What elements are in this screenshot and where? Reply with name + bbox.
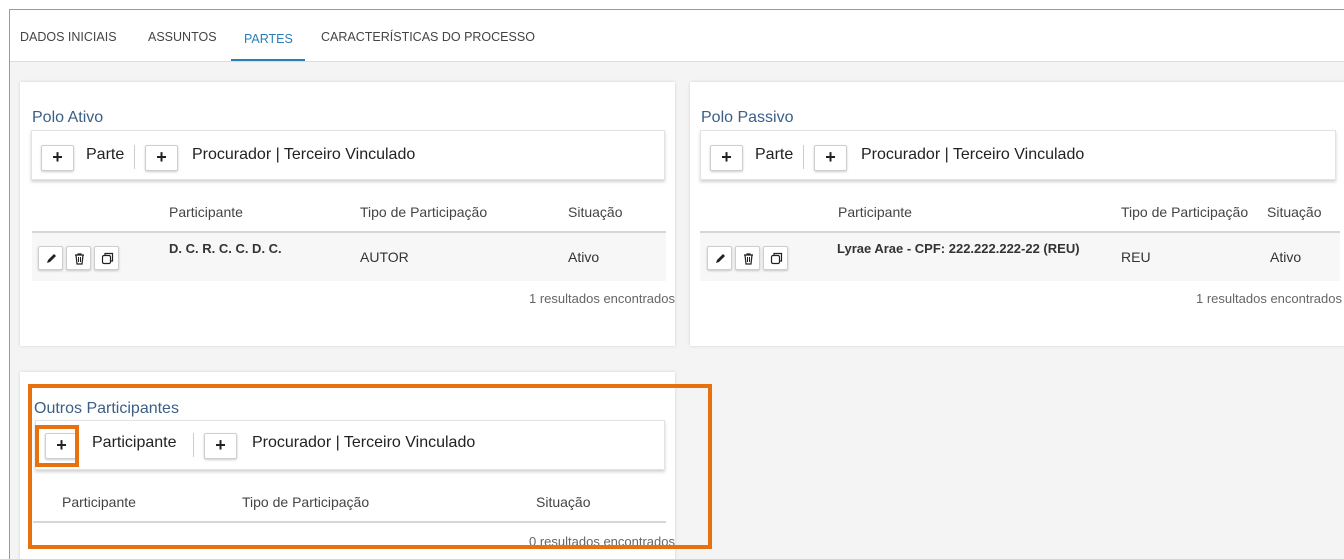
delete-button[interactable] [66,246,91,270]
tab-caracteristicas-processo[interactable]: CARACTERÍSTICAS DO PROCESSO [321,30,535,44]
cell-situacao: Ativo [568,249,600,265]
tab-dados-iniciais[interactable]: DADOS INICIAIS [20,30,117,44]
toolbar-separator [134,145,135,169]
toolbar-separator [803,145,804,169]
add-procurador-button[interactable]: + [814,145,847,171]
column-header-participante[interactable]: Participante [169,204,243,220]
tab-assuntos[interactable]: ASSUNTOS [148,30,217,44]
trash-icon [744,253,753,265]
copy-button[interactable] [94,246,119,270]
results-count: 1 resultados encontrados [1196,291,1342,306]
active-tab-indicator [231,59,305,61]
pencil-icon [716,254,725,263]
cell-tipo: REU [1121,249,1151,265]
polo-ativo-title: Polo Ativo [32,109,104,126]
polo-ativo-panel: Polo Ativo + Parte + Procurador | Tercei… [20,82,675,346]
column-header-participante[interactable]: Participante [838,204,912,220]
polo-passivo-panel: Polo Passivo + Parte + Procurador | Terc… [690,82,1344,346]
highlight-add-participante [35,425,79,467]
main-frame: DADOS INICIAIS ASSUNTOS PARTES CARACTERÍ… [9,9,1344,559]
results-count: 1 resultados encontrados [529,291,675,306]
delete-button[interactable] [735,246,760,270]
edit-button[interactable] [38,246,63,270]
highlight-outros-section [28,384,712,549]
parte-label: Parte [755,146,794,163]
add-parte-button[interactable]: + [710,145,743,171]
polo-ativo-toolbar: + Parte + Procurador | Terceiro Vinculad… [31,130,665,180]
column-header-situacao[interactable]: Situação [568,204,622,220]
trash-icon [75,253,84,265]
copy-icon [101,252,114,265]
add-procurador-button[interactable]: + [145,145,178,171]
cell-participante: D. C. R. C. C. D. C. [169,241,282,256]
polo-passivo-title: Polo Passivo [701,109,794,126]
copy-icon [770,252,783,265]
add-parte-button[interactable]: + [41,145,74,171]
copy-button[interactable] [763,246,788,270]
tab-partes[interactable]: PARTES [244,32,293,46]
column-header-situacao[interactable]: Situação [1267,204,1321,220]
tab-bar: DADOS INICIAIS ASSUNTOS PARTES CARACTERÍ… [10,10,1344,62]
column-header-tipo[interactable]: Tipo de Participação [360,204,487,220]
cell-tipo: AUTOR [360,249,409,265]
parte-label: Parte [86,146,125,163]
cell-participante: Lyrae Arae - CPF: 222.222.222-22 (REU) [837,241,1080,256]
column-header-tipo[interactable]: Tipo de Participação [1121,204,1248,220]
procurador-label: Procurador | Terceiro Vinculado [192,146,416,163]
pencil-icon [47,254,56,263]
edit-button[interactable] [707,246,732,270]
procurador-label: Procurador | Terceiro Vinculado [861,146,1085,163]
polo-passivo-toolbar: + Parte + Procurador | Terceiro Vinculad… [700,130,1336,180]
cell-situacao: Ativo [1270,249,1302,265]
